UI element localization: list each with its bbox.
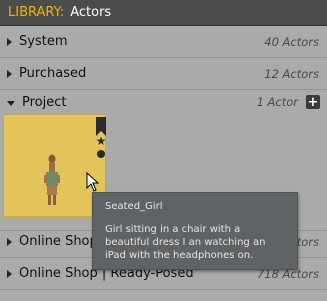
category-label: Project [22,94,67,110]
expand-arrow-icon[interactable] [7,269,12,278]
actor-count: 40 Actors [264,34,319,49]
actor-thumbnail[interactable]: ★ [3,114,106,217]
add-actor-button[interactable]: + [306,95,320,109]
category-system[interactable]: System 40 Actors [0,26,327,58]
category-label: System [19,34,68,49]
star-icon: ★ [95,134,107,148]
collapse-arrow-icon[interactable] [7,100,15,106]
category-label: Purchased [19,66,87,81]
library-title: Actors [70,5,112,20]
actor-tooltip: Seated_Girl Girl sitting in a chair with… [92,192,298,270]
expand-arrow-icon[interactable] [7,69,12,78]
expand-arrow-icon[interactable] [7,37,12,46]
bookmark-icon [96,117,106,136]
actor-count: 1 Actor [256,95,298,109]
tooltip-description: Girl sitting in a chair with a beautiful… [105,224,266,261]
library-header: LIBRARY: Actors [0,0,327,26]
dot-icon [97,150,105,158]
mouse-cursor-icon [86,172,100,192]
category-project[interactable]: Project 1 Actor + [0,89,327,115]
tooltip-title: Seated_Girl [105,201,163,212]
library-label: LIBRARY: [8,5,65,20]
expand-arrow-icon[interactable] [7,237,12,246]
category-purchased[interactable]: Purchased 12 Actors [0,58,327,90]
actor-count: 12 Actors [264,66,319,81]
